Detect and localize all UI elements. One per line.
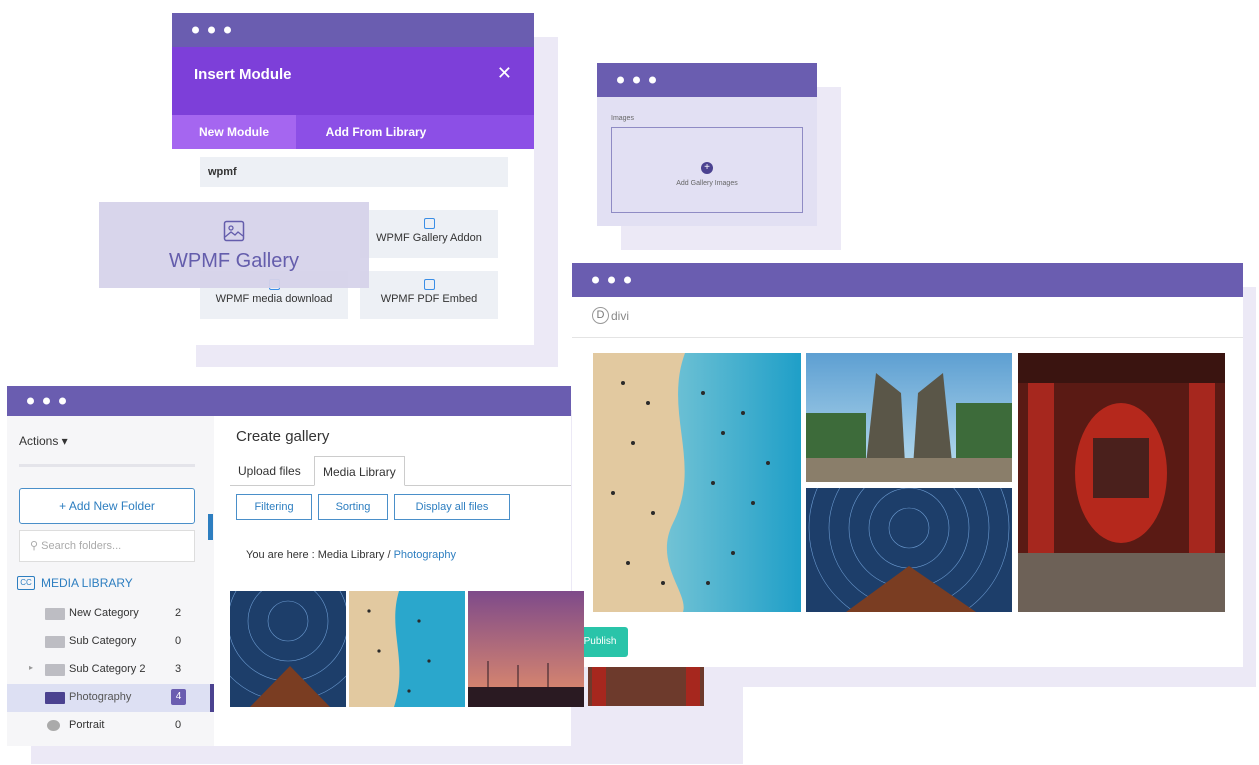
add-gallery-images-dropzone[interactable]: + Add Gallery Images: [611, 127, 803, 213]
insert-module-tabs: New Module Add From Library: [172, 115, 534, 149]
gallery-photo-beach[interactable]: [593, 353, 801, 612]
window-titlebar: [7, 386, 571, 416]
display-all-files-button[interactable]: Display all files: [394, 494, 510, 520]
search-icon: ⚲: [30, 540, 42, 552]
close-icon[interactable]: ✕: [497, 63, 512, 84]
folder-count: 0: [175, 635, 182, 647]
window-controls: [617, 76, 656, 84]
module-card-pdf-embed[interactable]: WPMF PDF Embed: [360, 271, 498, 319]
sorting-button[interactable]: Sorting: [318, 494, 388, 520]
divi-logo-text: divi: [611, 308, 630, 323]
breadcrumb-prefix: You are here : Media Library /: [246, 549, 394, 561]
divider: [572, 337, 1243, 338]
folder-count: 2: [175, 607, 182, 619]
tab-add-from-library[interactable]: Add From Library: [296, 115, 456, 149]
media-library-window: Actions ▾ + Add New Folder ⚲ Search fold…: [7, 386, 584, 746]
divi-preview-window: D divi Publish: [572, 263, 1243, 667]
gallery-images-window: Images + Add Gallery Images: [597, 63, 817, 226]
wpmf-gallery-label: WPMF Gallery: [169, 250, 299, 272]
folder-count: 0: [175, 719, 182, 731]
media-thumb-beach[interactable]: [349, 591, 465, 707]
actions-dropdown[interactable]: Actions ▾: [19, 434, 68, 448]
window-controls: [192, 26, 231, 34]
user-icon: [47, 720, 60, 731]
module-card-gallery-addon[interactable]: WPMF Gallery Addon: [360, 210, 498, 258]
search-placeholder: Search folders...: [41, 540, 122, 552]
plus-icon: +: [701, 162, 713, 174]
wpmf-gallery-module-card[interactable]: WPMF Gallery: [99, 202, 369, 288]
divider: [19, 464, 195, 467]
gallery-addon-icon: [423, 218, 435, 229]
folder-name: Sub Category: [69, 635, 137, 647]
images-field-label: Images: [611, 115, 634, 122]
window-controls: [592, 276, 631, 284]
module-search-input[interactable]: wpmf: [200, 157, 508, 187]
gallery-photo-lantern[interactable]: [1018, 353, 1225, 612]
insert-module-window: Insert Module ✕ New Module Add From Libr…: [172, 13, 534, 345]
folder-item-photography[interactable]: Photography 4: [7, 684, 214, 712]
folder-sidebar: Actions ▾ + Add New Folder ⚲ Search fold…: [7, 416, 214, 746]
sidebar-resize-handle[interactable]: [208, 514, 213, 540]
gallery-photo-mountain-stars[interactable]: [806, 488, 1012, 612]
folder-name: Sub Category 2: [69, 663, 146, 675]
divi-logo-mark: D: [592, 307, 609, 324]
media-thumb-mountain-stars[interactable]: [230, 591, 346, 707]
chevron-right-icon[interactable]: ▸: [29, 663, 33, 672]
panel-title: Create gallery: [236, 428, 330, 445]
media-thumb-lantern[interactable]: [588, 667, 704, 706]
folder-item-portrait[interactable]: Portrait 0: [7, 712, 214, 740]
breadcrumb-link-photography[interactable]: Photography: [394, 549, 456, 561]
media-library-icon: CC: [17, 576, 35, 590]
insert-module-header: Insert Module ✕ New Module Add From Libr…: [172, 47, 534, 149]
window-controls: [27, 397, 66, 405]
module-card-label: WPMF Gallery Addon: [376, 232, 482, 244]
folder-name: Photography: [69, 691, 132, 703]
folder-item-sub-category[interactable]: Sub Category 0: [7, 628, 214, 656]
add-new-folder-button[interactable]: + Add New Folder: [19, 488, 195, 524]
window-titlebar: [572, 263, 1243, 297]
folder-icon: [45, 664, 65, 676]
create-gallery-panel: Create gallery Upload files Media Librar…: [214, 416, 584, 746]
media-library-root[interactable]: CC MEDIA LIBRARY: [17, 576, 133, 590]
window-titlebar: [597, 63, 817, 97]
module-card-label: WPMF media download: [215, 293, 333, 305]
gallery-photo-temple-gate[interactable]: [806, 353, 1012, 482]
insert-module-title: Insert Module: [194, 66, 292, 83]
folder-name: New Category: [69, 607, 139, 619]
folder-count-badge: 4: [171, 689, 186, 705]
window-titlebar: [172, 13, 534, 47]
folder-name: Portrait: [69, 719, 105, 731]
filtering-button[interactable]: Filtering: [236, 494, 312, 520]
search-folders-input[interactable]: ⚲ Search folders...: [19, 530, 195, 562]
media-library-label: MEDIA LIBRARY: [41, 576, 133, 590]
module-card-label: WPMF PDF Embed: [380, 293, 478, 305]
folder-icon: [45, 692, 65, 704]
tab-new-module[interactable]: New Module: [172, 115, 296, 149]
tab-upload-files[interactable]: Upload files: [230, 456, 309, 486]
divi-logo: D divi: [592, 307, 629, 324]
tab-media-library[interactable]: Media Library: [314, 456, 405, 486]
folder-icon: [45, 636, 65, 648]
folder-item-sub-category-2[interactable]: ▸ Sub Category 2 3: [7, 656, 214, 684]
image-icon: [223, 220, 245, 242]
folder-icon: [45, 608, 65, 620]
pdf-icon: [423, 279, 435, 290]
breadcrumb: You are here : Media Library / Photograp…: [246, 549, 456, 561]
folder-count: 3: [175, 663, 182, 675]
folder-item-new-category[interactable]: New Category 2: [7, 600, 214, 628]
media-thumb-sunset-windmills[interactable]: [468, 591, 584, 707]
add-gallery-images-label: Add Gallery Images: [676, 180, 738, 187]
